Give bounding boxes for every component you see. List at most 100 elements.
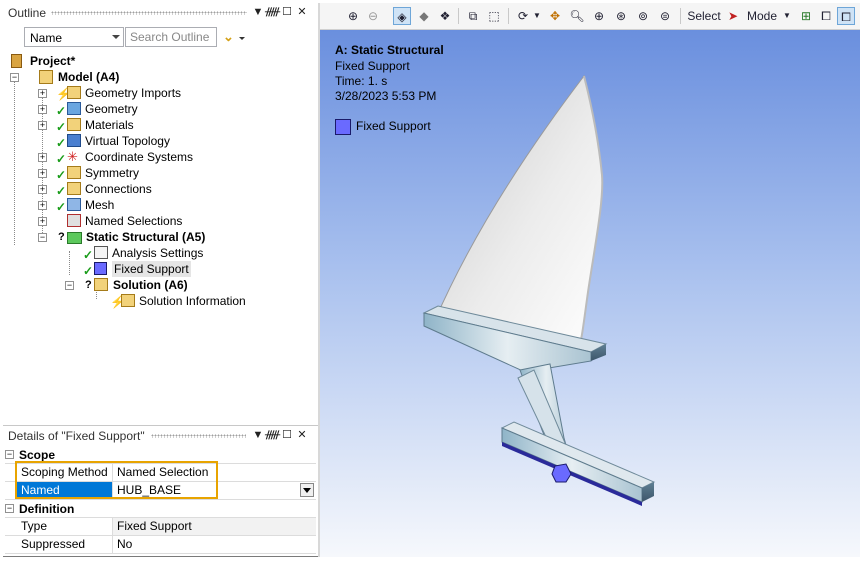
magnifier-icon[interactable]: ⊚ (634, 7, 652, 25)
project-icon (11, 54, 22, 68)
graphics-viewport[interactable]: A: Static Structural Fixed Support Time:… (320, 30, 860, 557)
pin-icon[interactable]: ᚏ (265, 5, 280, 19)
tree-item-project[interactable]: Project* (3, 53, 303, 69)
tree-item-symmetry[interactable]: + ✓ Symmetry (3, 165, 303, 182)
details-title-bar: Details of "Fixed Support" ▼ ᚏ ☐ ✕ (3, 426, 318, 446)
expand-icon[interactable]: + (38, 169, 47, 178)
expand-icon[interactable]: + (38, 105, 47, 114)
blade-root-front (501, 427, 643, 503)
details-drag-grip[interactable] (151, 434, 246, 438)
question-mark-icon: ? (58, 231, 65, 243)
model-icon (39, 70, 53, 84)
solution-icon (94, 278, 108, 291)
maximize-icon[interactable]: ☐ (280, 428, 294, 442)
tree-item-model[interactable]: − Model (A4) (3, 69, 303, 85)
zoom-box-icon[interactable]: ⊕ (590, 7, 608, 25)
collapse-icon[interactable]: − (5, 450, 14, 459)
question-mark-icon: ? (85, 279, 92, 291)
toolbar-separator (680, 8, 681, 24)
viewport-subtitle: Fixed Support (335, 59, 410, 73)
window-icon[interactable]: ⧠ (817, 7, 835, 25)
geometry-imports-icon (67, 86, 81, 99)
outline-search-row: Name ⌄ (3, 25, 318, 51)
tree-item-materials[interactable]: + ✓ Materials (3, 117, 303, 134)
zoom-out-icon[interactable]: ⊖ (364, 7, 382, 25)
tree-item-fixed-support[interactable]: ✓ Fixed Support (3, 261, 303, 278)
select-body-icon[interactable]: ◈ (393, 7, 411, 25)
connections-icon (67, 182, 81, 195)
blade-model[interactable] (320, 30, 860, 557)
outline-pane: Outline ▼ ᚏ ☐ ✕ Name ⌄ Project* − Model … (3, 3, 318, 425)
zoom-fit-icon[interactable]: ⊛ (612, 7, 630, 25)
tree-item-named-selections[interactable]: + Named Selections (3, 213, 303, 229)
select-button[interactable]: Select (687, 7, 721, 25)
pin-icon[interactable]: ᚏ (265, 428, 280, 442)
expand-icon[interactable]: + (38, 89, 47, 98)
maximize-icon[interactable]: ☐ (280, 5, 294, 19)
tree-item-static-structural[interactable]: − ? Static Structural (A5) (3, 229, 303, 245)
tree-item-analysis-settings[interactable]: ✓ Analysis Settings (3, 245, 303, 262)
group-definition[interactable]: − Definition (5, 500, 316, 518)
geometry-icon (67, 102, 81, 115)
legend-label: Fixed Support (356, 119, 431, 133)
close-icon[interactable]: ✕ (295, 428, 309, 442)
tree-item-geometry[interactable]: + ✓ Geometry (3, 101, 303, 118)
tree-item-connections[interactable]: + ✓ Connections (3, 181, 303, 198)
outline-drag-grip[interactable] (51, 11, 247, 15)
pin-window-icon[interactable]: ⧠ (837, 7, 855, 25)
pan-icon[interactable]: ✥ (546, 7, 564, 25)
filter-dropdown-icon[interactable] (239, 37, 245, 40)
chevron-down-icon[interactable]: ▼ (778, 7, 796, 25)
tree-item-solution[interactable]: − ? Solution (A6) (3, 277, 303, 293)
chevron-down-icon (112, 35, 120, 39)
outline-title: Outline (8, 6, 47, 20)
isometric-view-icon[interactable]: ⬚ (485, 7, 503, 25)
zoom-icon[interactable]: 🔍︎ (568, 7, 586, 25)
viewport-title: A: Static Structural (335, 43, 444, 57)
mode-button[interactable]: Mode (743, 7, 781, 25)
chevron-down-icon[interactable]: ▼ (528, 7, 546, 25)
collapse-icon[interactable]: − (65, 281, 74, 290)
close-icon[interactable]: ✕ (295, 5, 309, 19)
collapse-icon[interactable]: − (10, 73, 19, 82)
row-type[interactable]: Type Fixed Support (5, 518, 316, 536)
zoom-in-icon[interactable]: ⊕ (344, 7, 362, 25)
viewport-time: Time: 1. s (335, 74, 388, 88)
tree-item-mesh[interactable]: + ✓ Mesh (3, 197, 303, 214)
expand-icon[interactable]: + (38, 185, 47, 194)
fixed-support-icon (94, 262, 107, 275)
tree-item-geometry-imports[interactable]: + ⚡ Geometry Imports (3, 85, 303, 101)
mesh-icon (67, 198, 81, 211)
analysis-settings-icon (94, 246, 108, 259)
filter-chevron-icon[interactable]: ⌄ (223, 29, 234, 45)
legend-swatch (335, 119, 351, 135)
name-filter-select[interactable]: Name (24, 27, 124, 47)
collapse-icon[interactable]: − (5, 504, 14, 513)
graphics-options-icon[interactable]: ❖ (436, 7, 454, 25)
search-outline-input[interactable] (125, 27, 217, 47)
named-selections-icon (67, 214, 81, 227)
tree-icon[interactable]: ⊞ (797, 7, 815, 25)
dropdown-icon[interactable]: ▼ (251, 5, 265, 19)
collapse-icon[interactable]: − (38, 233, 47, 242)
highlight-box (15, 461, 218, 499)
outline-title-bar: Outline ▼ ᚏ ☐ ✕ (3, 3, 318, 23)
tree-item-coordinate-systems[interactable]: + ✓ ✳ Coordinate Systems (3, 149, 303, 166)
tree-item-solution-information[interactable]: ⚡ Solution Information (3, 293, 303, 309)
toolbar-separator (458, 8, 459, 24)
expand-icon[interactable]: + (38, 201, 47, 210)
fit-view-icon[interactable]: ⧉ (464, 7, 482, 25)
expand-icon[interactable]: + (38, 153, 47, 162)
named-selection-dropdown-button[interactable] (300, 483, 314, 497)
solid-view-icon[interactable]: ◆ (415, 7, 433, 25)
name-filter-value: Name (30, 31, 63, 45)
row-suppressed[interactable]: Suppressed No (5, 536, 316, 554)
dropdown-icon[interactable]: ▼ (251, 428, 265, 442)
viewport-date: 3/28/2023 5:53 PM (335, 89, 437, 103)
solution-information-icon (121, 294, 135, 307)
select-mode-cursor-icon[interactable]: ➤ (724, 7, 742, 25)
expand-icon[interactable]: + (38, 121, 47, 130)
expand-icon[interactable]: + (38, 217, 47, 226)
zoom-previous-icon[interactable]: ⊜ (656, 7, 674, 25)
tree-item-virtual-topology[interactable]: ✓ Virtual Topology (3, 133, 303, 150)
